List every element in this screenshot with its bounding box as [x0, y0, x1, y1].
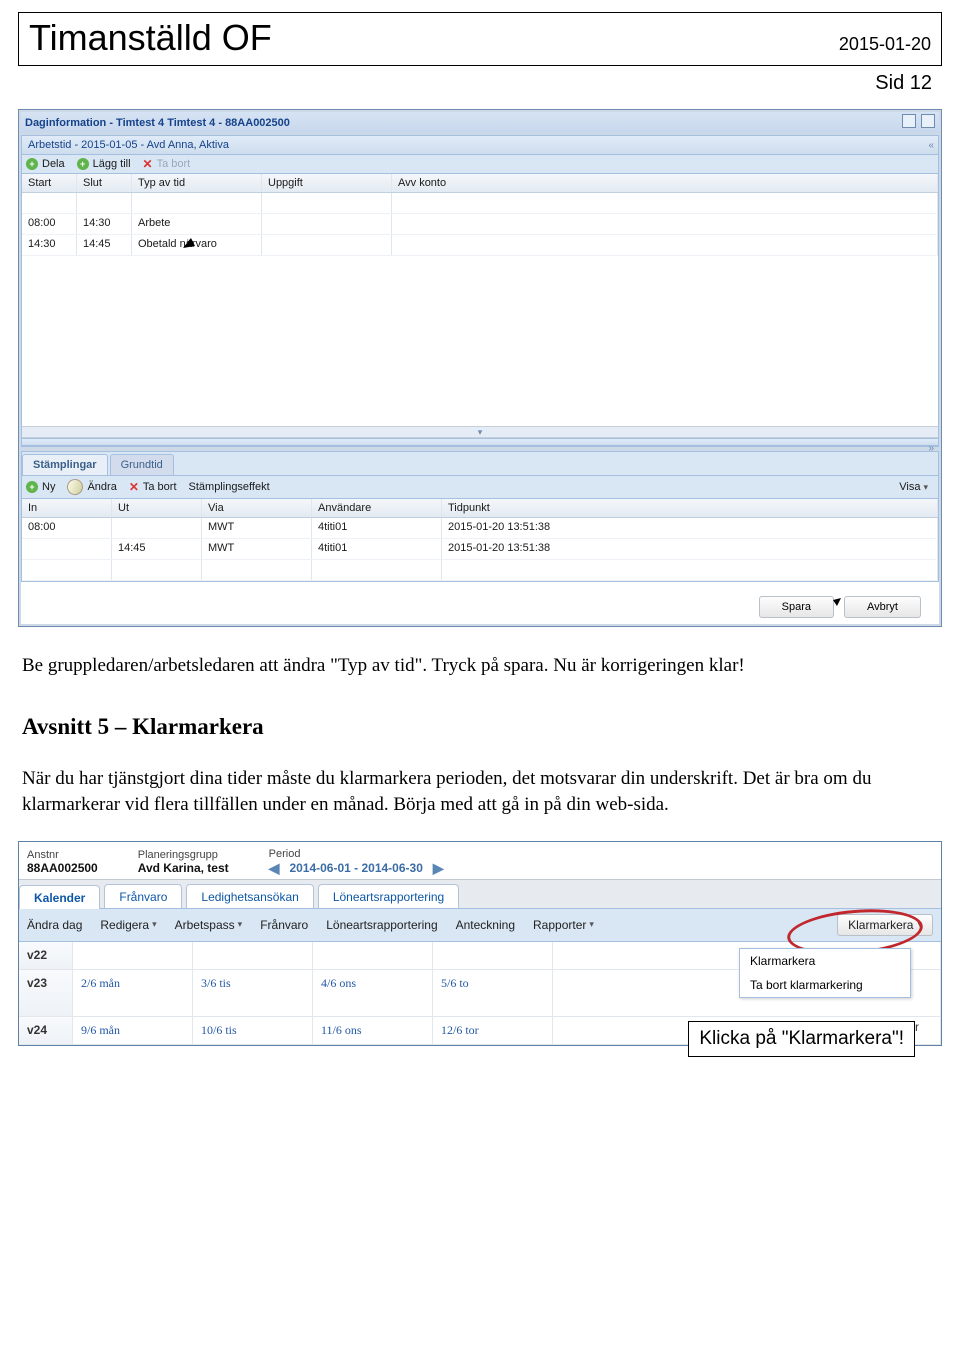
callout-klarmarkera: Klicka på "Klarmarkera"!: [688, 1021, 915, 1057]
arbetstid-grid[interactable]: 08:00 14:30 Arbete 14:30 14:45 Obetald n…: [22, 193, 938, 426]
page-number: Sid 12: [18, 72, 942, 95]
col-tidpunkt: Tidpunkt: [442, 499, 938, 517]
screenshot-kalender: Anstnr 88AA002500 Planeringsgrupp Avd Ka…: [18, 841, 942, 1046]
chevron-down-icon: ▾: [923, 482, 928, 493]
col-uppgift: Uppgift: [262, 174, 392, 192]
tab-stamplingar[interactable]: Stämplingar: [22, 454, 108, 475]
tab-loneartsrapportering[interactable]: Löneartsrapportering: [318, 884, 459, 908]
doc-title: Timanställd OF: [29, 17, 272, 59]
table-row: 14:30 14:45 Obetald närvaro: [22, 235, 938, 256]
tab-kalender[interactable]: Kalender: [19, 885, 100, 909]
instruction-paragraph-2: När du har tjänstgjort dina tider måste …: [22, 766, 938, 819]
plus-icon: +: [26, 481, 38, 493]
andra-dag-button[interactable]: Ändra dag: [27, 918, 82, 932]
tab-franvaro[interactable]: Frånvaro: [104, 884, 182, 908]
collapse-icon[interactable]: «: [928, 140, 934, 151]
chevron-down-icon: ▾: [589, 919, 594, 930]
section-heading: Avsnitt 5 – Klarmarkera: [22, 714, 938, 740]
visa-dropdown[interactable]: Visa ▾: [899, 481, 934, 493]
instruction-paragraph-1: Be gruppledaren/arbetsledaren att ändra …: [22, 653, 938, 680]
table-row: [22, 560, 938, 581]
period-value: 2014-06-01 - 2014-06-30: [289, 861, 422, 875]
save-button[interactable]: Spara: [759, 596, 834, 618]
maximize-icon[interactable]: [902, 114, 916, 128]
ny-button[interactable]: + Ny: [26, 481, 55, 493]
col-anvandare: Användare: [312, 499, 442, 517]
table-row: 08:00 14:30 Arbete: [22, 214, 938, 235]
stamplingseffekt-button[interactable]: Stämplingseffekt: [189, 481, 270, 493]
franvaro-button[interactable]: Frånvaro: [260, 918, 308, 932]
window-controls[interactable]: [900, 114, 935, 131]
window-title: Daginformation - Timtest 4 Timtest 4 - 8…: [25, 117, 290, 129]
screenshot-daginformation: Daginformation - Timtest 4 Timtest 4 - 8…: [18, 109, 942, 627]
chevron-down-icon: ▾: [917, 919, 922, 930]
tab-grundtid[interactable]: Grundtid: [110, 454, 174, 475]
klarmarkera-menu[interactable]: Klarmarkera Ta bort klarmarkering: [739, 948, 911, 998]
klarmarkera-button[interactable]: Klarmarkera ▾: [837, 914, 933, 936]
anstnr-value: 88AA002500: [27, 861, 98, 875]
col-typ: Typ av tid: [132, 174, 262, 192]
planeringsgrupp-value: Avd Karina, test: [138, 861, 229, 875]
stamplingar-grid[interactable]: 08:00 MWT 4titi01 2015-01-20 13:51:38 14…: [22, 518, 938, 581]
splitter-bar[interactable]: ▾: [22, 426, 938, 438]
dela-button[interactable]: + Dela: [26, 158, 65, 170]
table-row: 08:00 MWT 4titi01 2015-01-20 13:51:38: [22, 518, 938, 539]
andra-button[interactable]: Ändra: [67, 479, 116, 495]
close-icon[interactable]: [921, 114, 935, 128]
delete-icon: ✕: [129, 481, 139, 493]
menu-klarmarkera[interactable]: Klarmarkera: [740, 949, 910, 973]
chevron-down-icon: ▾: [152, 919, 157, 930]
lagg-till-button[interactable]: + Lägg till: [77, 158, 131, 170]
col-start: Start: [22, 174, 77, 192]
anteckning-button[interactable]: Anteckning: [456, 918, 515, 932]
loneartsrapportering-button[interactable]: Löneartsrapportering: [326, 918, 437, 932]
doc-header: Timanställd OF 2015-01-20: [18, 12, 942, 66]
ta-bort-button[interactable]: ✕ Ta bort: [129, 481, 177, 493]
next-icon[interactable]: ▶: [433, 860, 444, 877]
plus-icon: +: [77, 158, 89, 170]
arbetspass-dropdown[interactable]: Arbetspass▾: [175, 918, 243, 932]
ta-bort-button[interactable]: ✕ Ta bort: [143, 158, 191, 170]
col-in: In: [22, 499, 112, 517]
tab-ledighetsansokan[interactable]: Ledighetsansökan: [186, 884, 313, 908]
anstnr-label: Anstnr: [27, 849, 59, 861]
edit-icon: [65, 476, 86, 497]
delete-icon: ✕: [143, 158, 153, 170]
col-slut: Slut: [77, 174, 132, 192]
period-label: Period: [269, 848, 301, 860]
expand-icon[interactable]: »: [928, 443, 934, 454]
prev-icon[interactable]: ◀: [269, 860, 280, 877]
menu-tabort-klarmarkering[interactable]: Ta bort klarmarkering: [740, 973, 910, 997]
table-row: [22, 193, 938, 214]
arbetstid-header: Arbetstid - 2015-01-05 - Avd Anna, Aktiv…: [28, 139, 229, 151]
rapporter-dropdown[interactable]: Rapporter▾: [533, 918, 594, 932]
planeringsgrupp-label: Planeringsgrupp: [138, 849, 218, 861]
col-ut: Ut: [112, 499, 202, 517]
table-row: 14:45 MWT 4titi01 2015-01-20 13:51:38: [22, 539, 938, 560]
chevron-down-icon: ▾: [238, 919, 243, 930]
plus-icon: +: [26, 158, 38, 170]
col-avvkonto: Avv konto: [392, 174, 938, 192]
cancel-button[interactable]: Avbryt: [844, 596, 921, 618]
col-via: Via: [202, 499, 312, 517]
doc-date: 2015-01-20: [839, 34, 931, 59]
redigera-dropdown[interactable]: Redigera▾: [100, 918, 156, 932]
